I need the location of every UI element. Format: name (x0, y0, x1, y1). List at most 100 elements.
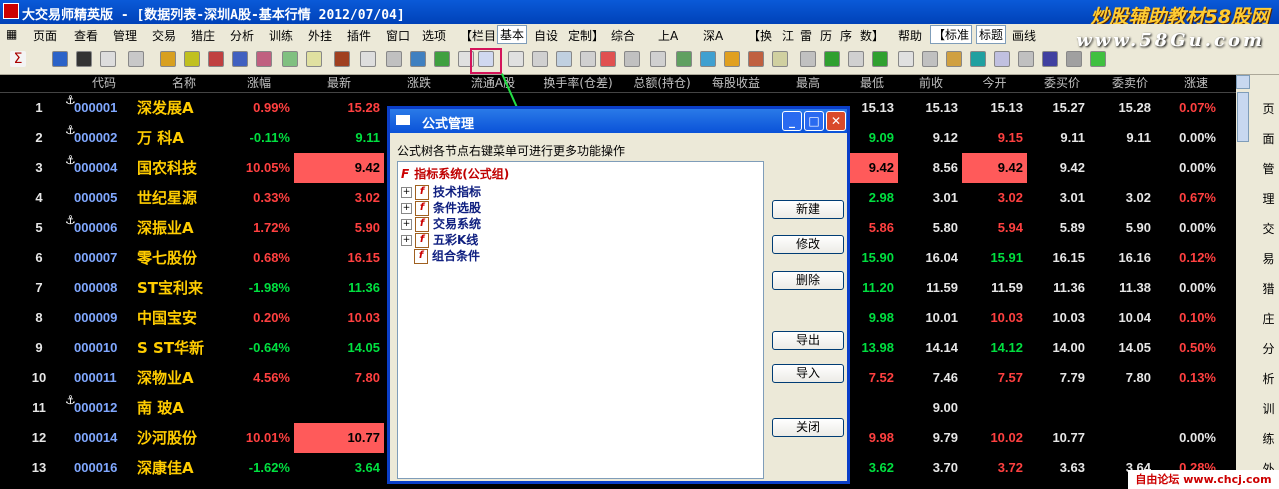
col-prev-close[interactable]: 前收 (900, 75, 962, 92)
leaf-icon[interactable] (1090, 51, 1106, 67)
antenna-icon[interactable] (624, 51, 640, 67)
zoom-icon[interactable] (580, 51, 596, 67)
diamond-icon[interactable] (994, 51, 1010, 67)
home-icon[interactable] (434, 51, 450, 67)
sort-icon[interactable] (410, 51, 426, 67)
menu-composite[interactable]: 综合 (611, 27, 635, 44)
close-button[interactable]: 关闭 (772, 418, 844, 437)
calendar-icon[interactable] (748, 51, 764, 67)
menu-define[interactable]: 定制】 (568, 27, 604, 44)
menu-analysis[interactable]: 分析 (230, 27, 254, 44)
col-eps[interactable]: 每股收益 (700, 75, 772, 92)
maximize-icon[interactable]: □ (804, 111, 824, 131)
col-ask[interactable]: 委卖价 (1097, 75, 1163, 92)
col-open[interactable]: 今开 (962, 75, 1027, 92)
new-button[interactable]: 新建 (772, 200, 844, 219)
menu-draw[interactable]: 画线 (1012, 27, 1036, 44)
scroll-up-button[interactable] (1236, 75, 1250, 89)
gear-icon[interactable] (208, 51, 224, 67)
panel-icon[interactable] (1018, 51, 1034, 67)
tree-node-trading[interactable]: + f 交易系统 (401, 215, 481, 232)
f9-icon[interactable] (360, 51, 376, 67)
menu-column[interactable]: 【栏目 (460, 27, 496, 44)
grid-icon[interactable]: ▦ (6, 27, 17, 41)
menu-manage[interactable]: 管理 (113, 27, 137, 44)
dialog-title-bar[interactable]: 公式管理 _ □ ✕ (390, 109, 847, 133)
monitor-icon[interactable] (76, 51, 92, 67)
tree-node-screening[interactable]: + f 条件选股 (401, 199, 481, 216)
menu-plugin[interactable]: 插件 (347, 27, 371, 44)
menu-shanghai-a[interactable]: 上A (658, 27, 678, 44)
col-amount[interactable]: 总额(持仓) (624, 75, 700, 92)
menu-custom[interactable]: 自设 (534, 27, 558, 44)
stock-icon[interactable] (128, 51, 144, 67)
filter-icon[interactable] (52, 51, 68, 67)
expand-icon[interactable]: + (401, 219, 412, 230)
minimize-icon[interactable]: _ (782, 111, 802, 131)
menu-order[interactable]: 序 (840, 27, 852, 44)
menu-history[interactable]: 历 (820, 27, 832, 44)
col-name[interactable]: 名称 (144, 75, 224, 92)
col-float[interactable]: 流通A股 (454, 75, 532, 92)
menu-lei[interactable]: 雷 (800, 27, 812, 44)
menu-page[interactable]: 页面 (33, 27, 57, 44)
f10-icon[interactable] (334, 51, 350, 67)
ruler-icon[interactable] (508, 51, 524, 67)
bar-icon[interactable] (800, 51, 816, 67)
menu-training[interactable]: 训练 (269, 27, 293, 44)
tool-icon[interactable] (676, 51, 692, 67)
menu-shenzhen-a[interactable]: 深A (703, 27, 723, 44)
magic-icon[interactable] (184, 51, 200, 67)
menu-data[interactable]: 数】 (860, 27, 884, 44)
menu-window[interactable]: 窗口 (386, 27, 410, 44)
tree-node-kline[interactable]: + f 五彩K线 (401, 231, 478, 248)
plus-icon[interactable] (970, 51, 986, 67)
menu-caption[interactable]: 标题 (976, 25, 1007, 44)
delete-button[interactable]: 删除 (772, 271, 844, 290)
edit-button[interactable]: 修改 (772, 235, 844, 254)
list-icon[interactable] (386, 51, 402, 67)
col-speed[interactable]: 涨速 (1163, 75, 1229, 92)
col-change[interactable]: 涨跌 (384, 75, 454, 92)
expand-icon[interactable]: + (401, 235, 412, 246)
book-icon[interactable] (1042, 51, 1058, 67)
import-button[interactable]: 导入 (772, 364, 844, 383)
menu-view[interactable]: 查看 (74, 27, 98, 44)
col-bid[interactable]: 委买价 (1027, 75, 1097, 92)
col-low[interactable]: 最低 (844, 75, 900, 92)
doc-icon[interactable] (898, 51, 914, 67)
menu-jiang[interactable]: 江 (782, 27, 794, 44)
export-button[interactable]: 导出 (772, 331, 844, 350)
expand-icon[interactable]: + (401, 187, 412, 198)
boxes-icon[interactable] (848, 51, 864, 67)
col-last[interactable]: 最新 (294, 75, 384, 92)
menu-standard[interactable]: 【标准 (930, 25, 973, 44)
layout-icon[interactable] (922, 51, 938, 67)
col-high[interactable]: 最高 (772, 75, 844, 92)
formula-tree[interactable]: F 指标系统(公式组) + f 技术指标 + f 条件选股 + f 交易系统 + f 五彩K线 f… (397, 161, 764, 479)
menu-basic[interactable]: 基本 (497, 25, 528, 44)
dark-icon[interactable] (1066, 51, 1082, 67)
menu-help[interactable]: 帮助 (898, 27, 922, 44)
menu-switch[interactable]: 【换 (748, 27, 772, 44)
coins-icon[interactable] (946, 51, 962, 67)
chart-icon[interactable] (232, 51, 248, 67)
arrow-right-icon[interactable] (872, 51, 888, 67)
globe-icon[interactable] (700, 51, 716, 67)
col-turnover[interactable]: 换手率(仓差) (532, 75, 624, 92)
tree-node-technical[interactable]: + f 技术指标 (401, 183, 481, 200)
report-icon[interactable] (256, 51, 272, 67)
expand-icon[interactable]: + (401, 203, 412, 214)
menu-options[interactable]: 选项 (422, 27, 446, 44)
photo-icon[interactable] (556, 51, 572, 67)
window-icon[interactable] (100, 51, 116, 67)
sun-icon[interactable] (724, 51, 740, 67)
radio-icon[interactable] (650, 51, 666, 67)
tree-node-combo[interactable]: f 组合条件 (414, 247, 480, 264)
tree-root[interactable]: F 指标系统(公式组) (401, 165, 509, 182)
col-code[interactable]: 代码 (64, 75, 144, 92)
green-icon[interactable] (282, 51, 298, 67)
col-change-pct[interactable]: 涨幅 (224, 75, 294, 92)
table-icon[interactable] (306, 51, 322, 67)
menu-hunt[interactable]: 猎庄 (191, 27, 215, 44)
